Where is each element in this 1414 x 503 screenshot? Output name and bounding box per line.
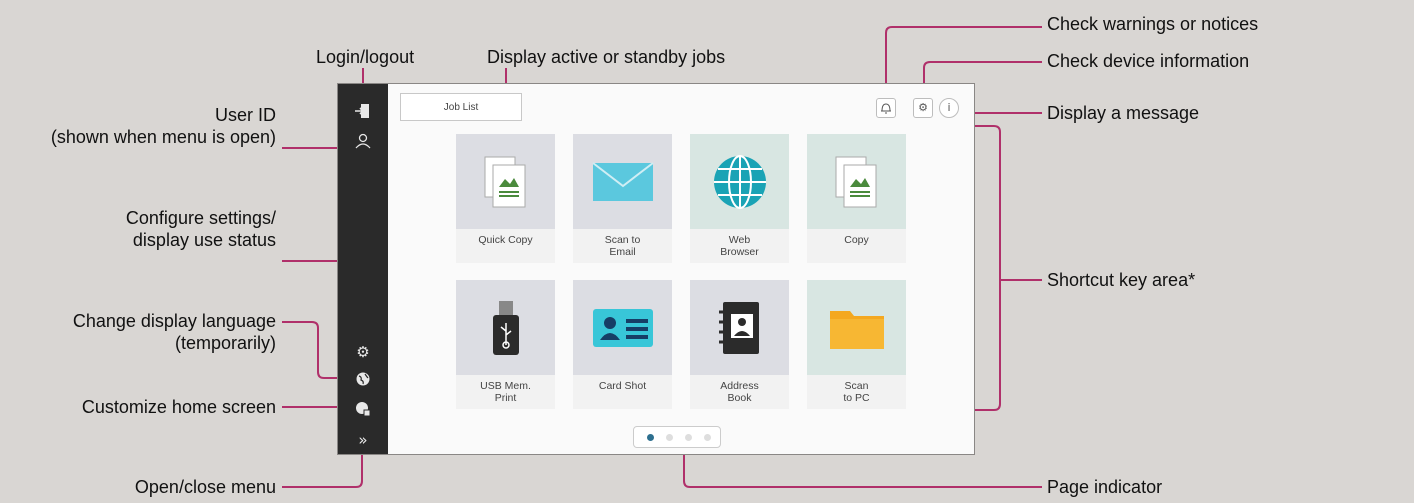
customize-home-icon[interactable] (352, 400, 374, 420)
tile-icon-area (573, 280, 672, 375)
callout-device-info: Check device information (1047, 51, 1250, 71)
callout-language-line1: Change display language (72, 311, 276, 331)
callout-language-line2: (temporarily) (174, 333, 276, 353)
tile-icon-area (690, 280, 789, 375)
email-icon (591, 161, 654, 201)
tile-label: Scan to Email (573, 229, 672, 263)
callout-open-close-menu: Open/close menu (134, 477, 276, 497)
shortcut-tile-scan-to-pc[interactable]: Scan to PC (807, 280, 906, 409)
tile-label: Address Book (690, 375, 789, 409)
user-icon[interactable] (352, 132, 374, 152)
job-list-button[interactable]: Job List (400, 93, 522, 121)
usb-icon (492, 300, 519, 355)
tile-icon-area (456, 280, 555, 375)
shortcut-tile-web-browser[interactable]: Web Browser (690, 134, 789, 263)
shortcut-tile-copy[interactable]: Copy (807, 134, 906, 263)
tile-label: Quick Copy (456, 229, 555, 263)
tile-icon-area (456, 134, 555, 229)
callout-active-jobs: Display active or standby jobs (487, 47, 726, 67)
tile-icon-area (807, 134, 906, 229)
tile-label-line1: Scan to (604, 234, 641, 246)
tile-label-line2: Book (727, 392, 752, 404)
gear-icon[interactable]: ⚙ (352, 342, 374, 362)
callout-page-indicator: Page indicator (1047, 477, 1163, 497)
bell-icon[interactable] (876, 98, 896, 118)
callout-customize-home: Customize home screen (81, 397, 276, 417)
tile-icon-area (807, 280, 906, 375)
page-dot[interactable] (647, 434, 654, 441)
callout-language: Change display language (temporarily) (73, 310, 276, 354)
tile-label-line2: to PC (843, 392, 870, 404)
tile-label-line2: Email (609, 246, 636, 258)
callout-user-id-line1: User ID (214, 105, 276, 125)
device-screen: ⚙ » Job List ⚙ i Quick Copy Scan to Email (337, 83, 975, 455)
tile-label-line1: Scan (844, 380, 869, 392)
page-dot[interactable] (704, 434, 711, 441)
info-icon[interactable]: i (939, 98, 959, 118)
tile-label-line1: Web (728, 234, 751, 246)
shortcut-tile-scan-to-email[interactable]: Scan to Email (573, 134, 672, 263)
address-book-icon (718, 301, 759, 354)
page-indicator[interactable] (633, 426, 721, 448)
tile-label-line1: Copy (844, 234, 869, 246)
tile-label-line1: USB Mem. (480, 380, 531, 392)
tile-label: Web Browser (690, 229, 789, 263)
callout-settings: Configure settings/ display use status (126, 207, 276, 251)
tile-label-line1: Card Shot (598, 380, 647, 392)
shortcut-tile-usb-print[interactable]: USB Mem. Print (456, 280, 555, 409)
callout-warnings: Check warnings or notices (1047, 14, 1259, 34)
callout-user-id-line2: (shown when menu is open) (50, 127, 276, 147)
tile-label-line1: Quick Copy (478, 234, 533, 246)
tile-label-line2: Print (494, 392, 517, 404)
login-logout-icon[interactable] (352, 102, 374, 122)
shortcut-tile-card-shot[interactable]: Card Shot (573, 280, 672, 409)
shortcut-tile-address-book[interactable]: Address Book (690, 280, 789, 409)
shortcut-tile-quick-copy[interactable]: Quick Copy (456, 134, 555, 263)
tile-icon-area (690, 134, 789, 229)
tile-label-line1: Address (720, 380, 759, 392)
callout-settings-line2: display use status (132, 230, 276, 250)
page-dot[interactable] (685, 434, 692, 441)
folder-icon (829, 310, 884, 349)
callout-message: Display a message (1047, 103, 1200, 123)
page-dot[interactable] (666, 434, 673, 441)
chevron-double-right-icon[interactable]: » (352, 430, 374, 450)
callout-user-id: User ID (shown when menu is open) (51, 104, 276, 148)
id-card-icon (592, 308, 653, 347)
tile-label: Copy (807, 229, 906, 263)
callout-login-logout: Login/logout (316, 47, 415, 67)
globe-icon (713, 154, 766, 209)
copy-icon (484, 156, 525, 207)
callout-shortcut-area: Shortcut key area* (1047, 270, 1196, 290)
device-info-icon[interactable]: ⚙ (913, 98, 933, 118)
globe-icon[interactable] (352, 371, 374, 391)
tile-label: Scan to PC (807, 375, 906, 409)
tile-icon-area (573, 134, 672, 229)
tile-label-line2: Browser (720, 246, 759, 258)
copy-icon (835, 156, 876, 207)
tile-label: USB Mem. Print (456, 375, 555, 409)
callout-settings-line1: Configure settings/ (125, 208, 276, 228)
sidebar-menu: ⚙ » (338, 84, 388, 454)
home-screen: Job List ⚙ i Quick Copy Scan to Email Web… (388, 84, 974, 454)
tile-label: Card Shot (573, 375, 672, 409)
